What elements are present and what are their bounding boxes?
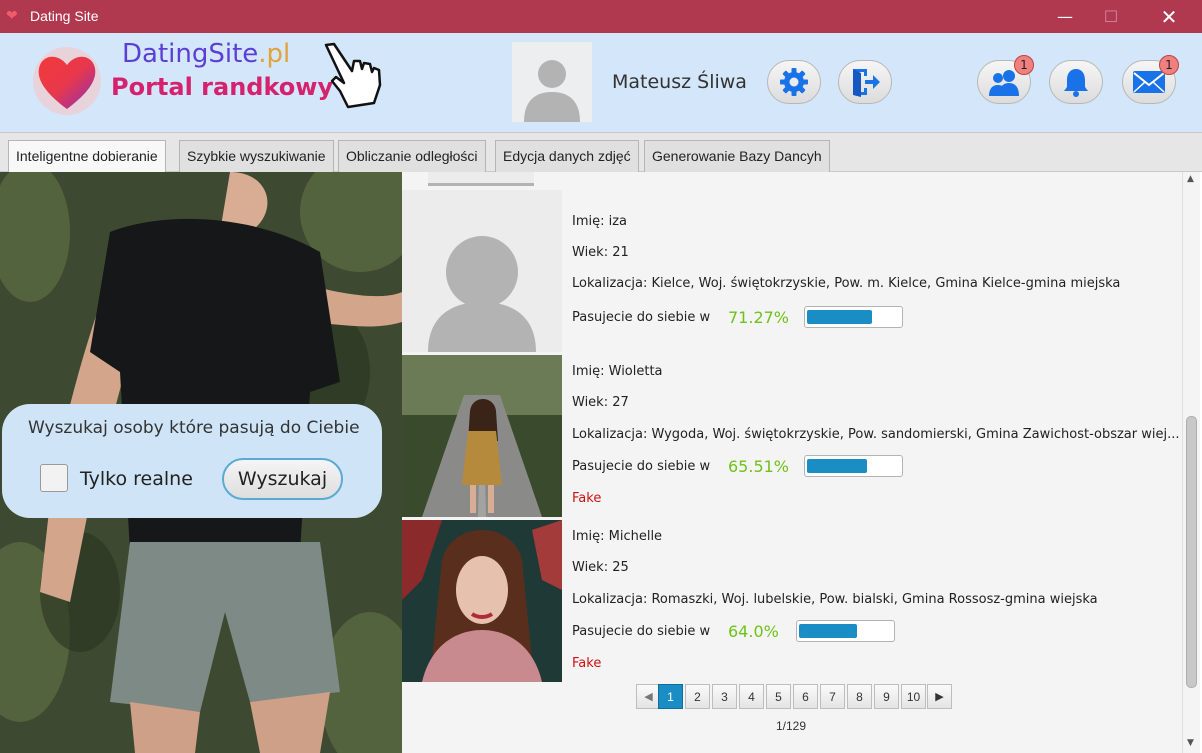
avatar-placeholder-icon (402, 190, 562, 352)
page-button-9[interactable]: 9 (874, 684, 899, 709)
results-list: Imię: iza Wiek: 21 Lokalizacja: Kielce, … (402, 172, 1200, 753)
match-label: Pasujecie do siebie w (572, 310, 711, 325)
logout-button[interactable] (838, 60, 892, 104)
only-real-label[interactable]: Tylko realne (80, 468, 193, 490)
result-location: Lokalizacja: Romaszki, Woj. lubelskie, P… (572, 592, 1098, 607)
logo-heart-icon (33, 47, 101, 115)
page-button-5[interactable]: 5 (766, 684, 791, 709)
envelope-icon (1133, 71, 1165, 93)
page-button-7[interactable]: 7 (820, 684, 845, 709)
scroll-up-icon[interactable]: ▲ (1187, 174, 1194, 184)
app-header: DatingSite.pl Portal randkowy Mateusz Śl… (0, 33, 1202, 132)
page-button-10[interactable]: 10 (901, 684, 926, 709)
match-progress-bar (796, 620, 895, 642)
match-progress-fill (807, 459, 867, 473)
friends-badge: 1 (1014, 55, 1034, 75)
match-percent: 71.27% (728, 308, 790, 327)
close-button[interactable]: ✕ (1146, 0, 1192, 33)
pointing-hand-icon (324, 42, 382, 109)
avatar-placeholder-icon (524, 60, 580, 122)
search-title: Wyszukaj osoby które pasują do Ciebie (28, 418, 360, 438)
match-percent: 65.51% (728, 457, 790, 476)
tab-quick-search[interactable]: Szybkie wyszukiwanie (179, 140, 334, 172)
list-item[interactable]: Imię: Michelle Wiek: 25 Lokalizacja: Rom… (402, 520, 1182, 682)
friends-button[interactable]: 1 (977, 55, 1034, 104)
woman-portrait-photo (402, 520, 562, 682)
result-name: Imię: Wioletta (572, 364, 663, 379)
list-item[interactable]: Imię: Wioletta Wiek: 27 Lokalizacja: Wyg… (402, 355, 1182, 517)
page-button-2[interactable]: 2 (685, 684, 710, 709)
notifications-button[interactable] (1049, 60, 1103, 104)
result-name: Imię: Michelle (572, 529, 663, 544)
tab-photo-data-editing[interactable]: Edycja danych zdjęć (495, 140, 639, 172)
list-item[interactable]: Imię: iza Wiek: 21 Lokalizacja: Kielce, … (402, 190, 1182, 352)
bell-icon (1064, 69, 1088, 97)
fake-label: Fake (572, 656, 602, 671)
result-age: Wiek: 25 (572, 560, 629, 575)
tab-intelligent-matching[interactable]: Inteligentne dobieranie (8, 140, 166, 173)
profile-photo[interactable] (402, 520, 562, 682)
search-button[interactable]: Wyszukaj (222, 458, 343, 500)
maximize-button[interactable]: ☐ (1088, 0, 1134, 33)
pagination-next-button[interactable]: ▶ (927, 684, 952, 709)
brand-name-text: DatingSite (122, 39, 259, 69)
messages-button[interactable]: 1 (1122, 55, 1179, 104)
tab-bar: Inteligentne dobieranie Szybkie wyszukiw… (0, 132, 1202, 173)
scrollbar-thumb[interactable] (1186, 416, 1197, 688)
user-name: Mateusz Śliwa (612, 71, 747, 93)
result-name: Imię: iza (572, 214, 628, 229)
scroll-down-icon[interactable]: ▼ (1187, 738, 1194, 748)
profile-photo[interactable] (402, 355, 562, 517)
match-progress-bar (804, 455, 903, 477)
results-scrollbar[interactable]: ▲ ▼ (1182, 172, 1200, 753)
woman-on-road-photo (402, 355, 562, 517)
search-card: Wyszukaj osoby które pasują do Ciebie Ty… (2, 404, 382, 518)
fake-label: Fake (572, 491, 602, 506)
previous-result-edge (428, 172, 534, 186)
page-button-3[interactable]: 3 (712, 684, 737, 709)
brand-tld: .pl (258, 39, 291, 69)
brand-name: DatingSite.pl (122, 39, 290, 69)
title-bar: ❤ Dating Site — ☐ ✕ (0, 0, 1202, 33)
logout-icon (853, 69, 880, 97)
result-age: Wiek: 27 (572, 395, 629, 410)
match-label: Pasujecie do siebie w (572, 624, 711, 639)
heart-icon: ❤ (6, 8, 18, 24)
only-real-checkbox[interactable] (40, 464, 68, 492)
match-percent: 64.0% (728, 622, 779, 641)
page-button-6[interactable]: 6 (793, 684, 818, 709)
match-progress-fill (807, 310, 872, 324)
result-location: Lokalizacja: Kielce, Woj. świętokrzyskie… (572, 276, 1121, 291)
match-progress-bar (804, 306, 903, 328)
match-progress-fill (799, 624, 857, 638)
page-button-8[interactable]: 8 (847, 684, 872, 709)
page-button-4[interactable]: 4 (739, 684, 764, 709)
users-icon (989, 70, 1019, 96)
tab-distance-calculation[interactable]: Obliczanie odległości (338, 140, 486, 172)
gear-icon (780, 68, 808, 96)
profile-photo[interactable] (402, 190, 562, 352)
result-age: Wiek: 21 (572, 245, 629, 260)
window-title: Dating Site (30, 8, 99, 24)
settings-button[interactable] (767, 60, 821, 104)
messages-badge: 1 (1159, 55, 1179, 75)
background-photo: Wyszukaj osoby które pasują do Ciebie Ty… (0, 172, 402, 753)
page-button-1[interactable]: 1 (658, 684, 683, 709)
match-label: Pasujecie do siebie w (572, 459, 711, 474)
avatar[interactable] (512, 42, 592, 122)
minimize-button[interactable]: — (1042, 0, 1088, 33)
tab-database-generation[interactable]: Generowanie Bazy Dancyh (644, 140, 830, 172)
brand-subtitle: Portal randkowy (111, 73, 334, 101)
page-info: 1/129 (776, 719, 807, 733)
result-location: Lokalizacja: Wygoda, Woj. świętokrzyskie… (572, 427, 1180, 442)
